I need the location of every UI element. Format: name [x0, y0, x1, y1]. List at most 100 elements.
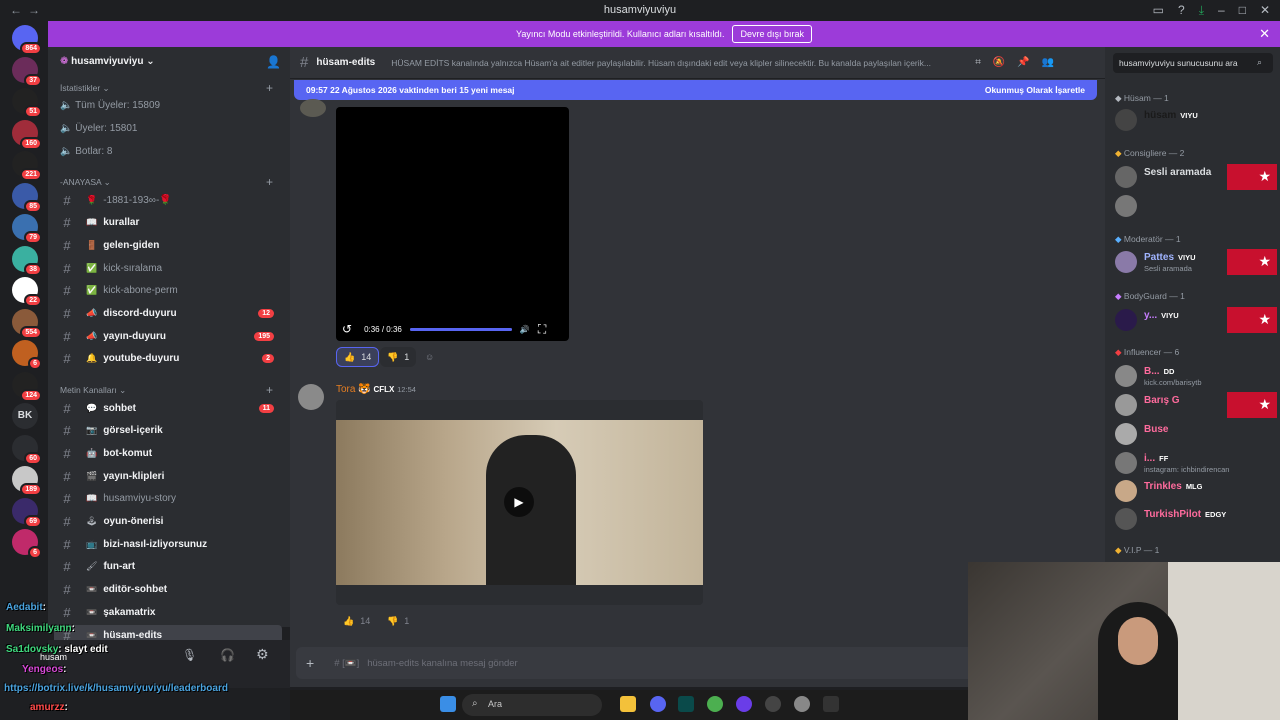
terminal-icon[interactable] [823, 696, 839, 712]
server-icon[interactable]: 160 [12, 119, 42, 150]
mic-icon[interactable]: 🎙 [182, 648, 197, 662]
category-stats[interactable]: İstatistikler ⌄ + [60, 81, 273, 95]
server-name-header[interactable]: ❁ husamviyuviyu ⌄ [60, 56, 155, 67]
channel-item[interactable]: # 📖 husamviyu-story [54, 489, 282, 509]
member-item[interactable]: hüsam VIYU [1115, 107, 1277, 133]
search-icon[interactable]: ⌕ [1257, 57, 1262, 68]
video-player[interactable]: ↺ 0:36 / 0:36 🔊 ⛶ [336, 107, 569, 341]
server-icon[interactable]: 6 [12, 529, 42, 559]
channel-item[interactable]: # 🖌 fun-art [54, 557, 282, 577]
headphones-icon[interactable]: 🎧 [220, 648, 235, 662]
channel-item[interactable]: # 🤖 bot-komut [54, 443, 282, 463]
close-window-button[interactable]: ✕ [1260, 3, 1270, 18]
channel-item[interactable]: # ✅ kick-sıralama [54, 258, 282, 278]
server-icon[interactable]: 60 [12, 434, 42, 465]
reaction-thumbs-down[interactable]: 👎 1 [380, 347, 417, 367]
composer-placeholder[interactable]: hüsam-edits kanalına mesaj gönder [367, 658, 518, 669]
channel-item[interactable]: # 🕹 oyun-önerisi [54, 512, 282, 532]
channel-item[interactable]: # 📼 şakamatrix [54, 602, 282, 622]
channel-item[interactable]: # 🔔 youtube-duyuru 2 [54, 349, 282, 369]
app-icon[interactable] [736, 696, 752, 712]
channel-item[interactable]: # ✅ kick-abone-perm [54, 281, 282, 301]
threads-icon[interactable]: ⌗ [975, 57, 981, 68]
add-attachment-icon[interactable]: + [306, 655, 314, 671]
server-icon[interactable]: 6 [12, 340, 42, 370]
server-icon[interactable]: 51 [12, 88, 42, 118]
channel-item[interactable]: # 📖 kurallar [54, 213, 282, 233]
channel-item[interactable]: # 📷 görsel-içerik [54, 421, 282, 441]
server-icon[interactable]: 37 [12, 56, 42, 87]
server-icon[interactable]: 124 [12, 371, 42, 402]
inbox-icon[interactable]: ▭ [1153, 3, 1164, 18]
app-icon[interactable] [765, 696, 781, 712]
app-icon[interactable] [794, 696, 810, 712]
category-metin[interactable]: Metin Kanalları ⌄ + [60, 383, 273, 397]
server-icon[interactable]: 22 [12, 277, 42, 307]
category-anayasa[interactable]: -ANAYASA ⌄ + [60, 175, 273, 189]
fullscreen-icon[interactable]: ⛶ [538, 322, 546, 337]
invite-icon[interactable]: 👤 [266, 55, 281, 69]
channel-item[interactable]: # 📣 discord-duyuru 12 [54, 304, 282, 324]
member-list-icon[interactable]: 👥 [1042, 57, 1054, 68]
member-item[interactable]: TurkishPilot EDGY [1115, 506, 1277, 532]
chrome-icon[interactable] [707, 696, 723, 712]
avatar[interactable] [300, 99, 326, 117]
add-channel-icon[interactable]: + [266, 383, 273, 397]
channel-item[interactable]: # 💬 sohbet 11 [54, 398, 282, 418]
new-messages-bar[interactable]: 09:57 22 Ağustos 2026 vaktinden beri 15 … [294, 80, 1097, 100]
server-icon[interactable]: 864 [12, 25, 42, 55]
download-icon[interactable]: ⤓ [1199, 3, 1204, 18]
settings-gear-icon[interactable]: ⚙ [256, 646, 269, 663]
help-icon[interactable]: ? [1178, 3, 1185, 18]
channel-topic[interactable]: HÜSAM EDİTS kanalında yalnızca Hüsam'a a… [391, 58, 961, 68]
pin-icon[interactable]: 📌 [1017, 57, 1029, 68]
add-channel-icon[interactable]: + [266, 81, 273, 95]
member-item[interactable]: Buse [1115, 421, 1277, 447]
server-icon[interactable]: 38 [12, 245, 42, 276]
search-input[interactable]: husamviyuviyu sunucusunu ara [1113, 53, 1273, 73]
channel-item[interactable]: # 📺 bizi-nasıl-izliyorsunuz [54, 534, 282, 554]
folder-icon[interactable] [620, 696, 636, 712]
discord-icon[interactable] [650, 696, 666, 712]
mute-bell-icon[interactable]: 🔕 [993, 57, 1005, 68]
reaction-thumbs-up[interactable]: 👍 14 [336, 611, 377, 631]
server-icon[interactable]: 221 [12, 151, 42, 181]
avatar[interactable] [298, 384, 324, 410]
video-embed[interactable]: ▶ [336, 400, 703, 605]
channel-item[interactable]: # 🌹 -1881-193∞-🌹 [54, 190, 282, 210]
disable-streamer-button[interactable]: Devre dışı bırak [732, 25, 812, 43]
channel-item[interactable]: # 📣 yayın-duyuru 195 [54, 326, 282, 346]
server-icon[interactable]: 189 [12, 466, 42, 496]
progress-track[interactable] [409, 327, 512, 331]
message-author[interactable]: Tora 🐯 CFLX 12:54 [336, 384, 416, 395]
replay-icon[interactable]: ↺ [342, 322, 352, 336]
member-item[interactable] [1115, 193, 1277, 219]
member-item[interactable]: Sesli aramada [1115, 164, 1277, 190]
server-icon[interactable]: 79 [12, 214, 42, 244]
play-icon[interactable]: ▶ [504, 487, 534, 517]
server-icon[interactable]: BK [12, 403, 38, 429]
member-item[interactable]: Trinkles MLG [1115, 478, 1277, 504]
reaction-thumbs-down[interactable]: 👎 1 [380, 611, 416, 631]
member-item[interactable]: B... DD kick.com/barisytb [1115, 363, 1277, 389]
add-reaction-icon[interactable]: ☺ [418, 347, 441, 367]
mark-read-button[interactable]: Okunmuş Olarak İşaretle [985, 85, 1085, 95]
server-icon[interactable]: 69 [12, 497, 42, 528]
windows-start-icon[interactable] [440, 696, 456, 712]
member-item[interactable]: i... FF instagram: ichbindirencan [1115, 450, 1277, 476]
reaction-thumbs-up[interactable]: 👍 14 [336, 347, 380, 367]
close-icon[interactable]: ✕ [1259, 26, 1270, 42]
channel-item[interactable]: # 📼 editör-sohbet [54, 580, 282, 600]
maximize-button[interactable]: □ [1239, 3, 1246, 18]
taskbar-search[interactable]: Ara [462, 694, 602, 716]
channel-item[interactable]: # 🎬 yayın-klipleri [54, 466, 282, 486]
member-item[interactable]: y...VIYU [1115, 307, 1277, 333]
app-icon[interactable] [678, 696, 694, 712]
server-icon[interactable]: 85 [12, 182, 42, 213]
minimize-button[interactable]: – [1218, 3, 1225, 18]
member-item[interactable]: Barış G [1115, 392, 1277, 418]
member-item[interactable]: PattesVIYUSesli aramada [1115, 249, 1277, 275]
add-channel-icon[interactable]: + [266, 175, 273, 189]
server-icon[interactable]: 554 [12, 308, 42, 339]
volume-icon[interactable]: 🔊 [520, 325, 530, 334]
